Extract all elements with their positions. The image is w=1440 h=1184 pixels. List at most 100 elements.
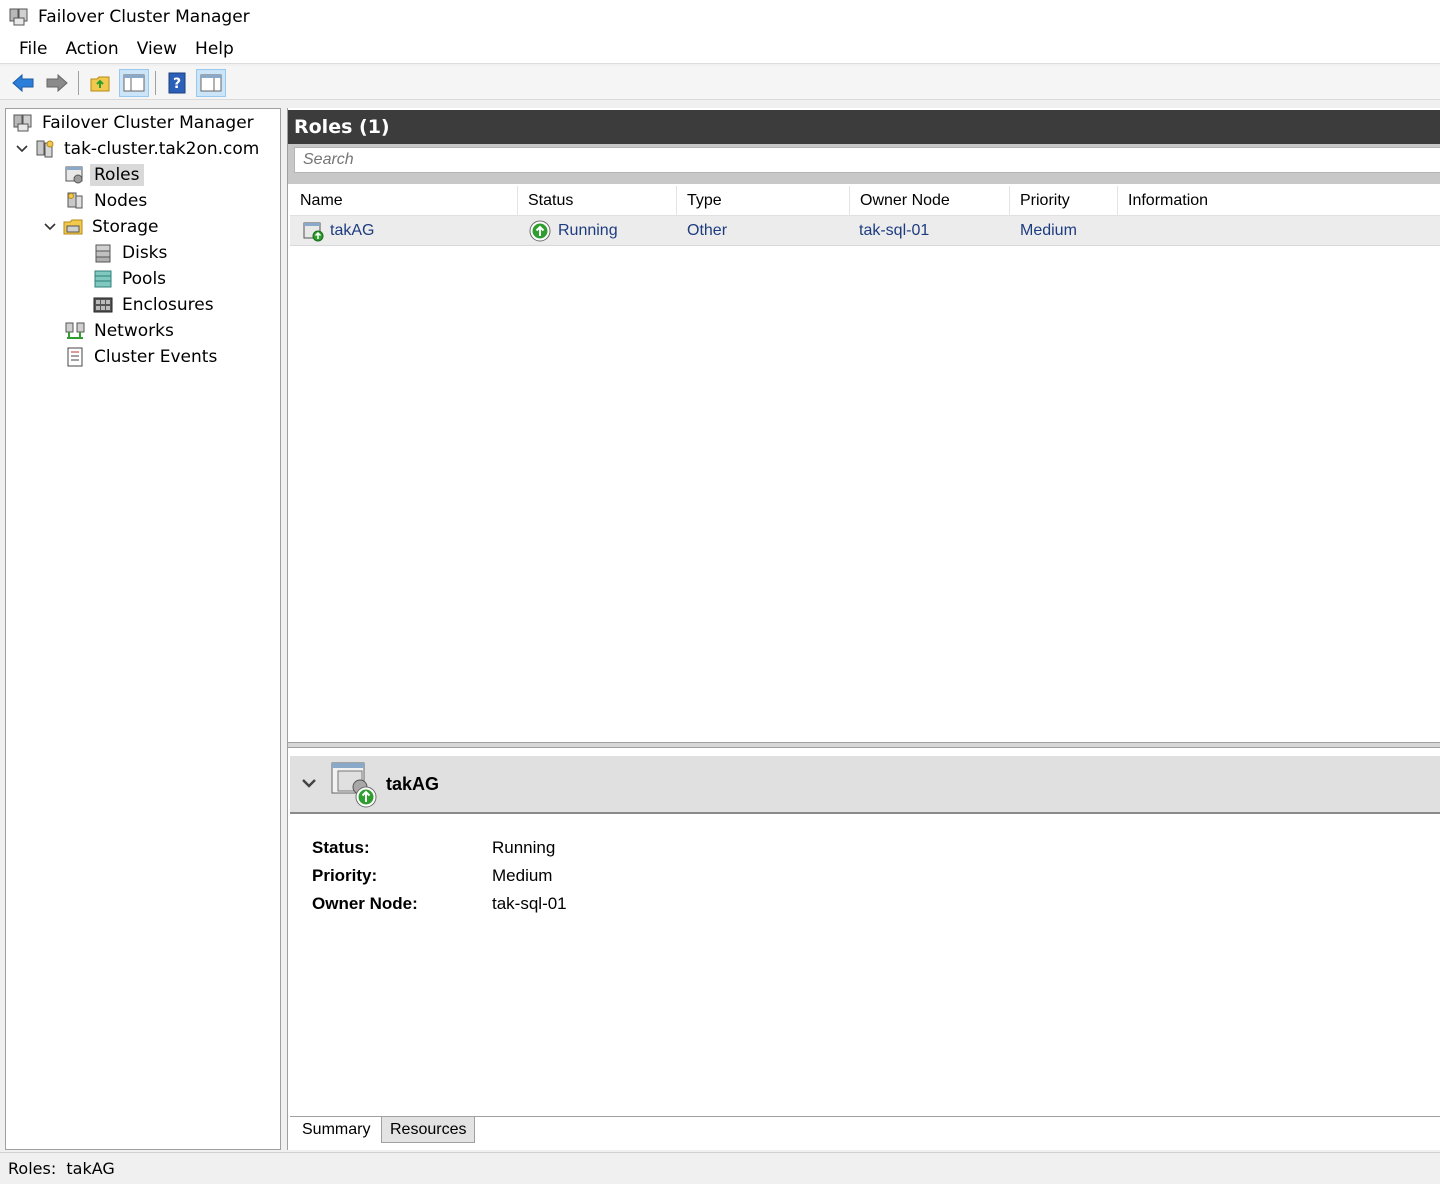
tree-item-enclosures[interactable]: Enclosures <box>92 293 218 317</box>
search-band <box>288 144 1440 184</box>
roles-table: Name Status Type Owner Node Priority Inf… <box>290 186 1440 746</box>
tree-item-nodes[interactable]: Nodes <box>64 189 151 213</box>
back-button[interactable] <box>8 69 38 97</box>
show-hide-console-tree-icon <box>123 74 145 91</box>
column-header-type[interactable]: Type <box>677 186 850 216</box>
row-type: Other <box>687 222 728 239</box>
show-hide-action-pane-button[interactable] <box>196 68 226 97</box>
up-one-level-button[interactable] <box>85 69 115 97</box>
status-text: Roles: takAG <box>8 1159 115 1178</box>
summary-key-priority: Priority: <box>312 866 378 885</box>
column-header-name[interactable]: Name <box>290 186 518 216</box>
tab-summary[interactable]: Summary <box>294 1117 379 1143</box>
networks-icon <box>65 322 85 339</box>
tree-cluster-label: tak-cluster.tak2on.com <box>64 139 260 159</box>
pools-icon <box>94 270 112 288</box>
storage-folder-icon <box>63 219 83 235</box>
tree-item-networks[interactable]: Networks <box>64 319 178 343</box>
column-header-information[interactable]: Information <box>1118 186 1440 216</box>
cluster-manager-icon <box>13 114 32 132</box>
tree-item-cluster-events[interactable]: Cluster Events <box>64 345 221 369</box>
menu-view[interactable]: View <box>128 37 186 61</box>
tree-root[interactable]: Failover Cluster Manager <box>12 111 258 135</box>
tree-item-roles-label: Roles <box>90 164 144 186</box>
cluster-icon <box>36 140 54 158</box>
summary-key-status: Status: <box>312 838 370 857</box>
show-hide-action-pane-icon <box>200 74 222 91</box>
menu-file[interactable]: File <box>10 37 56 61</box>
help-button[interactable]: ? <box>162 69 192 97</box>
menu-bar: File Action View Help <box>0 34 1440 64</box>
tree-item-roles[interactable]: Roles <box>64 163 144 187</box>
menu-help[interactable]: Help <box>186 37 243 61</box>
column-header-priority[interactable]: Priority <box>1010 186 1118 216</box>
tree-item-pools[interactable]: Pools <box>92 267 170 291</box>
chevron-down-icon <box>302 779 316 788</box>
row-status: Running <box>558 222 618 239</box>
role-large-icon <box>331 762 377 808</box>
detail-title: takAG <box>386 773 440 794</box>
role-icon <box>303 222 324 242</box>
summary-panel: Status: Running Priority: Medium Owner N… <box>312 834 567 918</box>
detail-tabs: Summary Resources <box>290 1116 1440 1144</box>
tree-item-disks[interactable]: Disks <box>92 241 171 265</box>
svg-text:?: ? <box>173 76 181 92</box>
tree-root-label: Failover Cluster Manager <box>42 113 254 133</box>
title-bar: Failover Cluster Manager <box>0 0 1440 34</box>
row-priority: Medium <box>1020 222 1077 239</box>
enclosures-icon <box>93 297 113 313</box>
row-name: takAG <box>330 222 375 239</box>
running-status-icon <box>529 220 551 242</box>
toolbar-separator <box>78 70 79 95</box>
tree-item-networks-label: Networks <box>94 321 174 341</box>
summary-value-status: Running <box>492 838 556 857</box>
summary-key-owner-node: Owner Node: <box>312 894 418 913</box>
forward-arrow-icon <box>46 73 68 92</box>
chevron-down-icon[interactable] <box>14 141 30 157</box>
toolbar-separator <box>155 70 156 95</box>
tree-cluster[interactable]: tak-cluster.tak2on.com <box>14 137 263 161</box>
tree-item-pools-label: Pools <box>122 269 167 289</box>
tree-item-disks-label: Disks <box>122 243 168 263</box>
back-arrow-icon <box>12 73 34 92</box>
summary-row: Priority: Medium <box>312 862 567 890</box>
roles-header: Roles (1) <box>288 110 1440 144</box>
status-bar: Roles: takAG <box>0 1152 1440 1184</box>
window-title: Failover Cluster Manager <box>38 7 250 27</box>
cluster-manager-icon <box>9 8 28 26</box>
row-status-cell: Running <box>528 216 618 246</box>
tree-item-storage-label: Storage <box>92 217 159 237</box>
roles-table-header: Name Status Type Owner Node Priority Inf… <box>290 186 1440 216</box>
summary-value-priority: Medium <box>492 866 553 885</box>
help-icon: ? <box>168 72 186 93</box>
column-header-status[interactable]: Status <box>518 186 677 216</box>
disks-icon <box>95 244 111 263</box>
row-owner-node: tak-sql-01 <box>859 222 930 239</box>
cluster-events-icon <box>67 347 83 367</box>
tree-item-enclosures-label: Enclosures <box>122 295 214 315</box>
console-tree: Failover Cluster Manager tak-cluster.tak… <box>5 108 281 1150</box>
roles-icon <box>65 166 83 184</box>
column-header-owner-node[interactable]: Owner Node <box>850 186 1010 216</box>
tree-item-nodes-label: Nodes <box>94 191 148 211</box>
nodes-icon <box>67 192 83 209</box>
detail-header: takAG <box>290 756 1440 814</box>
collapse-button[interactable] <box>294 769 324 799</box>
up-folder-icon <box>90 76 110 91</box>
show-hide-console-tree-button[interactable] <box>119 68 149 97</box>
tree-item-cluster-events-label: Cluster Events <box>94 347 218 367</box>
search-input[interactable] <box>294 147 1440 173</box>
menu-action[interactable]: Action <box>56 37 127 61</box>
summary-row: Owner Node: tak-sql-01 <box>312 890 567 918</box>
tab-resources[interactable]: Resources <box>381 1117 476 1143</box>
row-name-cell: takAG <box>302 216 374 246</box>
roles-pane: Roles (1) Name Status Type Owner Node Pr… <box>287 108 1440 1150</box>
tree-item-storage[interactable]: Storage <box>42 215 163 239</box>
chevron-down-icon[interactable] <box>42 219 58 235</box>
summary-value-owner-node: tak-sql-01 <box>492 894 567 913</box>
forward-button[interactable] <box>42 69 72 97</box>
toolbar: ? <box>0 66 1440 100</box>
detail-splitter[interactable] <box>288 742 1440 748</box>
summary-row: Status: Running <box>312 834 567 862</box>
table-row[interactable]: takAG Running Other tak-sql-01 Medium <box>290 216 1440 246</box>
